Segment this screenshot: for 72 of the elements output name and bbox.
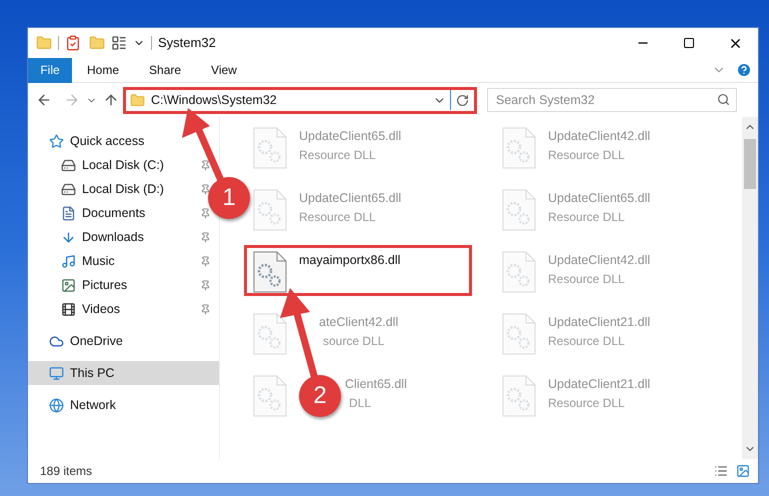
file-type: Resource DLL [548, 146, 625, 164]
pin-icon[interactable] [200, 256, 211, 266]
cloud-icon [49, 334, 64, 348]
sidebar-item[interactable]: This PC [28, 361, 219, 385]
file-tab[interactable]: File [28, 58, 72, 82]
drive-icon [61, 158, 76, 172]
sidebar-item[interactable]: Local Disk (C:) [82, 158, 164, 172]
pin-icon[interactable] [200, 232, 211, 242]
details-view-icon[interactable] [714, 464, 728, 478]
file-type: Resource DLL [548, 332, 625, 350]
sidebar-item[interactable]: Network [70, 398, 116, 412]
drive-icon [61, 182, 76, 196]
sidebar-item[interactable]: Videos [82, 302, 120, 316]
gear-file-icon [253, 189, 287, 231]
address-bar[interactable]: C:\Windows\System32 [123, 86, 477, 114]
film-icon [61, 302, 76, 316]
gear-file-icon [253, 251, 287, 293]
address-path: C:\Windows\System32 [151, 92, 278, 109]
gear-file-icon [253, 375, 287, 417]
item-count: 189 items [40, 463, 92, 480]
star-icon [49, 134, 64, 148]
gear-file-icon [253, 127, 287, 169]
folder-icon [130, 92, 145, 108]
large-icons-view-icon[interactable] [736, 464, 750, 478]
gear-file-icon [253, 313, 287, 355]
picture-icon [61, 278, 76, 292]
pin-icon[interactable] [200, 304, 211, 314]
file-type: DLL [349, 394, 372, 412]
properties-icon[interactable] [65, 35, 81, 51]
file-type: Resource DLL [299, 146, 376, 164]
sidebar-item[interactable]: Quick access [70, 134, 144, 148]
document-icon [61, 206, 76, 220]
ribbon-tab[interactable]: Share [137, 58, 194, 82]
file-type: source DLL [323, 332, 384, 350]
pin-icon[interactable] [200, 208, 211, 218]
ribbon-tab[interactable]: Home [75, 58, 132, 82]
gear-file-icon [502, 127, 536, 169]
window-title: System32 [158, 34, 216, 52]
sidebar-item[interactable]: Documents [82, 206, 146, 220]
refresh-icon[interactable] [456, 94, 469, 106]
gear-file-icon [502, 313, 536, 355]
sidebar-item[interactable]: Downloads [82, 230, 144, 244]
file-name[interactable]: mayaimportx86.dll [299, 251, 400, 270]
pin-icon[interactable] [200, 184, 211, 194]
file-type: Resource DLL [548, 270, 625, 288]
sidebar-item[interactable]: Music [82, 254, 115, 268]
scrollbar-thumb[interactable] [744, 139, 756, 189]
search-icon[interactable] [717, 93, 730, 106]
sidebar-item[interactable]: Pictures [82, 278, 128, 292]
globe-icon [49, 398, 64, 412]
sidebar-item[interactable]: OneDrive [70, 334, 123, 348]
scrollbar[interactable] [742, 117, 758, 459]
pin-icon[interactable] [200, 280, 211, 290]
file-type: Resource DLL [299, 208, 376, 226]
ribbon-tab[interactable]: View [199, 58, 249, 82]
file-item[interactable]: mayaimportx86.dll [244, 245, 472, 296]
gear-file-icon [502, 189, 536, 231]
file-type: Resource DLL [548, 394, 625, 412]
search-field[interactable]: Search System32 [487, 88, 737, 112]
file-type: Resource DLL [548, 208, 625, 226]
pin-icon[interactable] [200, 160, 211, 170]
music-note-icon [61, 254, 76, 268]
down-arrow-icon [61, 230, 76, 244]
monitor-icon [49, 366, 64, 380]
back-icon[interactable] [36, 92, 52, 108]
gear-file-icon [502, 375, 536, 417]
sidebar-item[interactable]: Local Disk (D:) [82, 182, 164, 196]
help-icon[interactable] [736, 62, 752, 78]
gear-file-icon [502, 251, 536, 293]
view-options-icon[interactable] [111, 35, 127, 51]
up-icon[interactable] [103, 92, 119, 108]
maximize-icon [683, 37, 695, 49]
